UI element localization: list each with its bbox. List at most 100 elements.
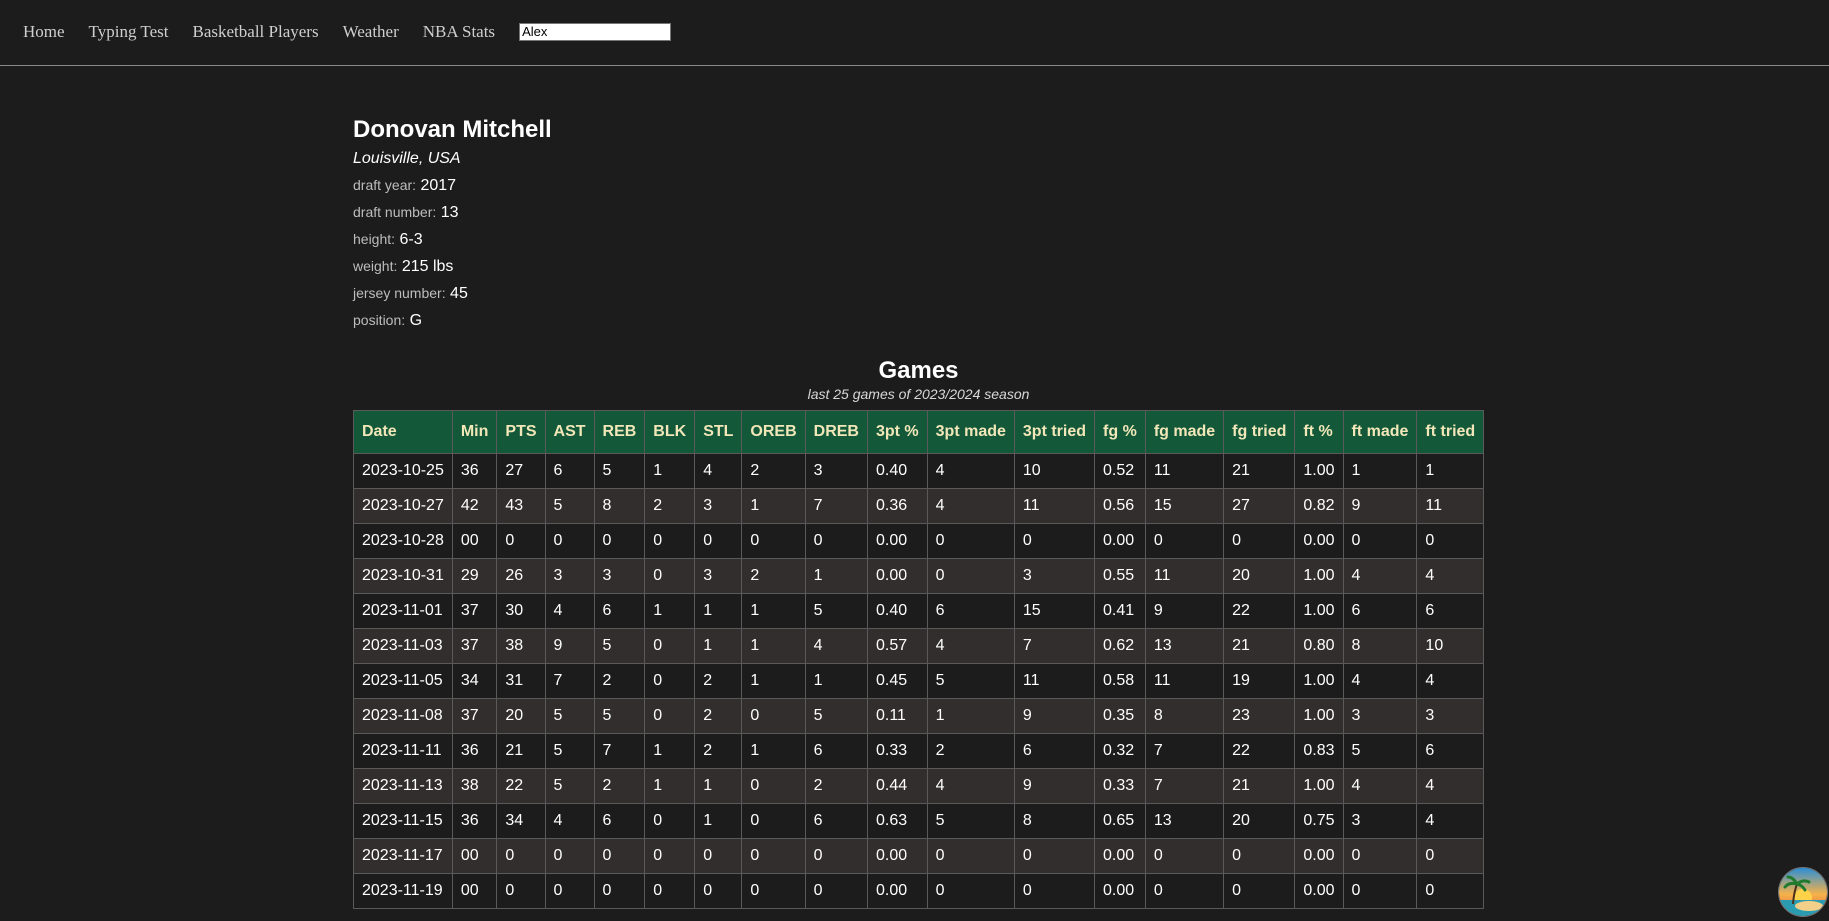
table-cell: 8 bbox=[1342, 628, 1418, 664]
table-cell: 5 bbox=[593, 453, 646, 489]
table-cell: 0 bbox=[644, 873, 696, 909]
table-cell: 6 bbox=[804, 733, 868, 769]
jersey-value: 45 bbox=[450, 285, 468, 302]
table-row: 2023-11-11 36 21 5 7 1 2 1 6 0.33 2 6 0.32 7 22 0.83 5 6 bbox=[353, 733, 1485, 769]
table-cell: 4 bbox=[926, 628, 1015, 664]
table-cell: 29 bbox=[451, 558, 498, 594]
table-cell: 0.55 bbox=[1094, 558, 1146, 594]
table-cell: 0.33 bbox=[866, 733, 928, 769]
table-cell: 5 bbox=[804, 593, 868, 629]
table-cell: 13 bbox=[1144, 628, 1225, 664]
games-body: 2023-10-25 36 27 6 5 1 4 2 3 0.40 4 10 0.52 11 21 1.00 1… bbox=[353, 453, 1485, 909]
table-cell: 2023-11-13 bbox=[353, 768, 453, 804]
table-cell: 0 bbox=[1013, 523, 1096, 559]
table-cell: 3 bbox=[593, 558, 646, 594]
table-cell: 6 bbox=[593, 803, 646, 839]
table-cell: 0.00 bbox=[1294, 523, 1344, 559]
table-cell: 1.00 bbox=[1294, 593, 1344, 629]
table-cell: 0 bbox=[544, 838, 595, 874]
table-cell: 9 bbox=[1342, 488, 1418, 524]
col-ast: AST bbox=[544, 410, 595, 454]
table-cell: 0 bbox=[1416, 523, 1485, 559]
table-cell: 0.45 bbox=[866, 663, 928, 699]
table-cell: 19 bbox=[1223, 663, 1296, 699]
table-cell: 4 bbox=[1416, 768, 1485, 804]
table-cell: 2 bbox=[804, 768, 868, 804]
table-cell: 0 bbox=[593, 873, 646, 909]
table-cell: 0.33 bbox=[1094, 768, 1146, 804]
table-cell: 2 bbox=[644, 488, 696, 524]
table-cell: 1.00 bbox=[1294, 768, 1344, 804]
draft-year-label: draft year: bbox=[353, 177, 417, 193]
table-cell: 9 bbox=[1144, 593, 1225, 629]
player-profile: Donovan Mitchell Louisville, USA draft y… bbox=[353, 114, 552, 331]
table-cell: 3 bbox=[1342, 803, 1418, 839]
table-cell: 2 bbox=[593, 663, 646, 699]
table-cell: 0 bbox=[694, 838, 743, 874]
table-cell: 4 bbox=[694, 453, 743, 489]
player-name: Donovan Mitchell bbox=[353, 116, 552, 143]
table-cell: 20 bbox=[496, 698, 546, 734]
table-cell: 6 bbox=[1342, 593, 1418, 629]
table-cell: 4 bbox=[1416, 558, 1485, 594]
nav-link-typing-test[interactable]: Typing Test bbox=[89, 22, 169, 42]
table-cell: 5 bbox=[593, 628, 646, 664]
height-label: height: bbox=[353, 231, 396, 247]
table-cell: 3 bbox=[1013, 558, 1096, 594]
col-ft-pct: ft % bbox=[1294, 410, 1344, 454]
table-cell: 0.82 bbox=[1294, 488, 1344, 524]
position-label: position: bbox=[353, 312, 406, 328]
table-cell: 2023-11-03 bbox=[353, 628, 453, 664]
table-cell: 22 bbox=[1223, 593, 1296, 629]
table-cell: 5 bbox=[544, 488, 595, 524]
table-cell: 6 bbox=[1416, 733, 1485, 769]
table-cell: 0.83 bbox=[1294, 733, 1344, 769]
table-cell: 0.00 bbox=[1294, 873, 1344, 909]
table-cell: 0 bbox=[644, 523, 696, 559]
nav-link-basketball-players[interactable]: Basketball Players bbox=[193, 22, 319, 42]
table-cell: 0 bbox=[644, 803, 696, 839]
table-cell: 1 bbox=[741, 488, 806, 524]
table-cell: 0 bbox=[644, 663, 696, 699]
table-row: 2023-10-25 36 27 6 5 1 4 2 3 0.40 4 10 0.52 11 21 1.00 1… bbox=[353, 453, 1485, 489]
table-cell: 0.00 bbox=[1094, 838, 1146, 874]
table-row: 2023-10-31 29 26 3 3 0 3 2 1 0.00 0 3 0.55 11 20 1.00 4 4 bbox=[353, 558, 1485, 594]
table-cell: 10 bbox=[1416, 628, 1485, 664]
table-row: 2023-11-01 37 30 4 6 1 1 1 5 0.40 6 15 0.41 9 22 1.00 6 6 bbox=[353, 593, 1485, 629]
games-header: Games last 25 games of 2023/2024 season bbox=[353, 356, 1484, 402]
table-cell: 11 bbox=[1144, 453, 1225, 489]
col-min: Min bbox=[451, 410, 498, 454]
nav-link-nba-stats[interactable]: NBA Stats bbox=[423, 22, 495, 42]
table-cell: 0 bbox=[1013, 873, 1096, 909]
col-oreb: OREB bbox=[741, 410, 806, 454]
nav-link-weather[interactable]: Weather bbox=[343, 22, 399, 42]
table-row: 2023-11-15 36 34 4 6 0 1 0 6 0.63 5 8 0.65 13 20 0.75 3 4 bbox=[353, 803, 1485, 839]
table-cell: 0 bbox=[1342, 838, 1418, 874]
draft-year-row: draft year: 2017 bbox=[353, 175, 552, 196]
table-cell: 37 bbox=[451, 593, 498, 629]
player-origin: Louisville, USA bbox=[353, 150, 461, 167]
draft-year-value: 2017 bbox=[420, 177, 457, 194]
table-cell: 0 bbox=[804, 873, 868, 909]
table-cell: 0 bbox=[741, 838, 806, 874]
search-input[interactable] bbox=[519, 22, 672, 41]
games-subtitle: last 25 games of 2023/2024 season bbox=[807, 386, 1030, 402]
table-cell: 6 bbox=[593, 593, 646, 629]
table-cell: 0.00 bbox=[866, 558, 928, 594]
col-fg-made: fg made bbox=[1144, 410, 1225, 454]
table-cell: 0 bbox=[1342, 873, 1418, 909]
table-cell: 0 bbox=[1342, 523, 1418, 559]
table-cell: 23 bbox=[1223, 698, 1296, 734]
col-date: Date bbox=[353, 410, 453, 454]
table-cell: 4 bbox=[1416, 663, 1485, 699]
table-cell: 3 bbox=[1342, 698, 1418, 734]
floating-app-button[interactable] bbox=[1778, 867, 1828, 917]
table-cell: 2 bbox=[694, 663, 743, 699]
nav-link-home[interactable]: Home bbox=[23, 22, 65, 42]
table-cell: 13 bbox=[1144, 803, 1225, 839]
table-cell: 3 bbox=[544, 558, 595, 594]
table-cell: 6 bbox=[1013, 733, 1096, 769]
table-cell: 22 bbox=[496, 768, 546, 804]
table-cell: 2023-11-08 bbox=[353, 698, 453, 734]
table-cell: 15 bbox=[1013, 593, 1096, 629]
